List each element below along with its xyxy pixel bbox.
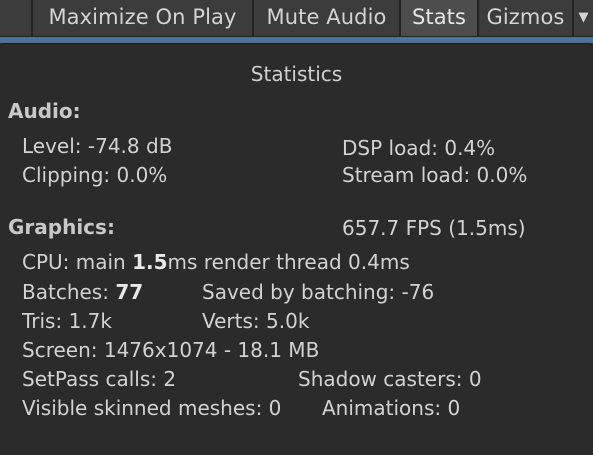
graphics-cpu: CPU: main 1.5ms render thread 0.4ms — [22, 250, 410, 274]
audio-clipping: Clipping: 0.0% — [22, 163, 168, 187]
graphics-setpass-calls: SetPass calls: 2 — [22, 367, 177, 391]
game-view-toolbar: Maximize On Play Mute Audio Stats Gizmos… — [0, 0, 593, 37]
panel-title: Statistics — [250, 62, 343, 86]
gizmos-dropdown-arrow-icon[interactable]: ▼ — [574, 0, 593, 36]
gizmos-button[interactable]: Gizmos — [479, 0, 572, 36]
graphics-header: Graphics: — [8, 215, 115, 239]
graphics-visible-skinned-meshes: Visible skinned meshes: 0 — [22, 396, 282, 420]
stats-toggle[interactable]: Stats — [401, 0, 477, 36]
cpu-suffix: ms render thread 0.4ms — [167, 250, 410, 274]
batches-value: 77 — [115, 280, 144, 304]
statistics-panel: Statistics Audio: Level: -74.8 dB DSP lo… — [0, 43, 593, 455]
graphics-animations: Animations: 0 — [322, 396, 461, 420]
audio-stream-load: Stream load: 0.0% — [342, 163, 528, 187]
audio-dsp-load: DSP load: 0.4% — [342, 136, 496, 160]
batches-prefix: Batches: — [22, 280, 116, 304]
graphics-tris: Tris: 1.7k — [22, 309, 112, 333]
audio-header: Audio: — [8, 99, 81, 123]
graphics-screen: Screen: 1476x1074 - 18.1 MB — [22, 338, 320, 362]
graphics-fps: 657.7 FPS (1.5ms) — [342, 216, 526, 240]
maximize-on-play-toggle[interactable]: Maximize On Play — [33, 0, 252, 36]
graphics-verts: Verts: 5.0k — [202, 309, 310, 333]
graphics-batches: Batches: 77 — [22, 280, 143, 304]
mute-audio-toggle[interactable]: Mute Audio — [254, 0, 399, 36]
toolbar-left-stub[interactable] — [0, 0, 31, 36]
cpu-prefix: CPU: main — [22, 250, 133, 274]
game-view: Maximize On Play Mute Audio Stats Gizmos… — [0, 0, 593, 455]
graphics-saved-by-batching: Saved by batching: -76 — [202, 280, 435, 304]
cpu-main-value: 1.5 — [132, 250, 168, 274]
graphics-shadow-casters: Shadow casters: 0 — [298, 367, 482, 391]
audio-level: Level: -74.8 dB — [22, 134, 173, 158]
